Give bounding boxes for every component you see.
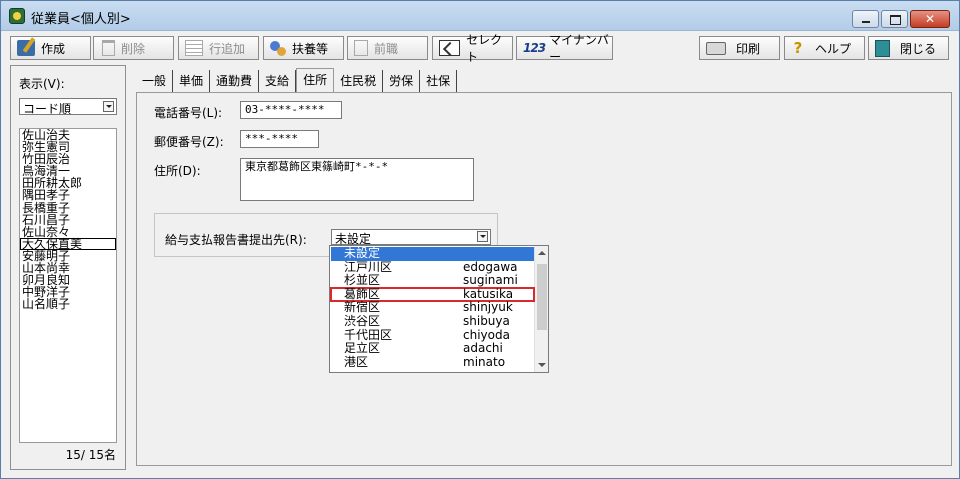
dropdown-option[interactable]: 渋谷区 shibuya: [331, 314, 534, 329]
select-button[interactable]: セレクト: [432, 33, 513, 64]
option-ward-name: 江戸川区: [344, 259, 393, 274]
option-romaji: shibuya: [463, 314, 510, 328]
option-romaji: minato: [463, 354, 506, 369]
previous-job-label: 前職: [374, 41, 399, 56]
option-romaji: chiyoda: [463, 327, 510, 342]
app-icon: [9, 8, 25, 24]
submit-to-dropdown-list[interactable]: 未設定 江戸川区 edogawa 杉並区 suginami 葛飾区 katusika 新宿区 s…: [329, 245, 549, 373]
create-label: 作成: [41, 41, 66, 56]
close-x-icon: ✕: [924, 12, 936, 26]
tab-item[interactable]: 単価: [173, 70, 211, 92]
dependents-label: 扶養等: [292, 41, 329, 56]
add-row-label: 行追加: [209, 41, 246, 56]
postal-code-field[interactable]: ***-****: [240, 130, 319, 148]
add-row-button[interactable]: 行追加: [178, 36, 259, 60]
chevron-down-icon[interactable]: [477, 231, 488, 242]
mynumber-button[interactable]: 123 マイナンバー: [516, 33, 613, 64]
create-button[interactable]: 作成: [10, 36, 91, 60]
dropdown-option[interactable]: 江戸川区 edogawa: [331, 259, 534, 275]
table-icon: [185, 40, 203, 56]
employee-list-item[interactable]: 長橋重子: [20, 201, 116, 213]
option-ward-name: 未設定: [344, 246, 381, 260]
display-label: 表示(V):: [19, 77, 65, 91]
delete-label: 削除: [121, 41, 146, 56]
create-icon: [17, 40, 35, 56]
employee-list[interactable]: 佐山治夫 弥生憲司 竹田辰治 鳥海清一 田所耕太郎 隅田孝子 長橋重子 石川昌子 佐山奈々 大久保…: [19, 128, 117, 443]
chevron-down-icon[interactable]: [103, 101, 114, 112]
minimize-button[interactable]: [852, 10, 879, 28]
delete-button[interactable]: 削除: [93, 36, 174, 60]
tab-item[interactable]: 一般: [136, 70, 174, 92]
mynumber-label: マイナンバー: [549, 33, 609, 64]
option-romaji: katusika: [463, 286, 514, 301]
tab-item[interactable]: 労保: [383, 70, 421, 92]
submit-to-label: 給与支払報告書提出先(R):: [165, 233, 307, 247]
option-ward-name: 足立区: [344, 341, 381, 356]
employee-list-item[interactable]: 山名順子: [20, 298, 116, 310]
dropdown-option[interactable]: 杉並区 suginami: [331, 274, 534, 288]
dropdown-scrollbar[interactable]: [534, 246, 548, 372]
phone-field[interactable]: 03-****-****: [240, 101, 342, 119]
close-window-button[interactable]: ✕: [910, 10, 950, 28]
option-romaji: suginami: [463, 273, 518, 288]
dependents-button[interactable]: 扶養等: [263, 36, 344, 60]
option-romaji: edogawa: [463, 259, 518, 274]
option-ward-name: 港区: [344, 354, 369, 369]
tab-item[interactable]: 住民税: [334, 70, 384, 92]
dropdown-option[interactable]: 新宿区 shinjyuk: [331, 301, 534, 315]
option-ward-name: 新宿区: [344, 300, 381, 315]
option-romaji: adachi: [463, 341, 503, 356]
employee-list-item[interactable]: 隅田孝子: [20, 189, 116, 201]
scroll-up-icon[interactable]: [538, 251, 546, 255]
scroll-thumb[interactable]: [537, 264, 547, 330]
submit-to-select[interactable]: 未設定: [331, 229, 491, 246]
question-icon: ?: [793, 39, 803, 57]
window-title: 従業員<個人別>: [31, 12, 131, 27]
cursor-icon: [439, 40, 461, 56]
tab-item[interactable]: 通勤費: [210, 70, 260, 92]
address-field[interactable]: 東京都葛飾区東篠崎町*-*-*: [240, 158, 474, 201]
tab-item[interactable]: 住所: [296, 68, 335, 92]
help-button[interactable]: ? ヘルプ: [784, 36, 865, 60]
sort-order-value: コード順: [23, 102, 72, 116]
close-button[interactable]: 閉じる: [868, 36, 949, 60]
trash-icon: [102, 40, 115, 56]
sort-order-select[interactable]: コード順: [19, 98, 117, 116]
print-label: 印刷: [736, 41, 761, 56]
close-label: 閉じる: [900, 41, 937, 56]
dropdown-option[interactable]: 港区 minato: [331, 354, 534, 370]
scroll-down-icon[interactable]: [538, 363, 546, 367]
employee-window: 従業員<個人別> ✕ 作成 削除 行追加 扶養等 前職 セレクト 123 マイナ…: [0, 0, 960, 479]
exit-door-icon: [875, 39, 890, 57]
dropdown-option[interactable]: 未設定: [331, 246, 534, 261]
employee-count: 15/ 15名: [65, 448, 116, 462]
previous-job-button[interactable]: 前職: [347, 36, 428, 60]
help-label: ヘルプ: [815, 41, 852, 56]
employee-list-item[interactable]: 石川昌子: [20, 214, 116, 226]
address-label: 住所(D):: [154, 164, 201, 178]
printer-icon: [706, 41, 726, 55]
employee-panel: 表示(V): コード順 佐山治夫 弥生憲司 竹田辰治 鳥海清一 田所耕太郎 隅田孝子 長橋重…: [10, 65, 126, 470]
title-bar: 従業員<個人別> ✕: [1, 1, 959, 31]
tab-item[interactable]: 社保: [420, 70, 458, 92]
print-button[interactable]: 印刷: [699, 36, 780, 60]
maximize-button[interactable]: [881, 10, 908, 28]
option-romaji: shinjyuk: [463, 300, 513, 315]
tab-strip: 一般 単価 通勤費 支給 住所 住民税 労保 社保: [136, 68, 458, 92]
people-icon-2: [277, 46, 286, 56]
postal-label: 郵便番号(Z):: [154, 135, 224, 149]
select-label: セレクト: [466, 33, 503, 64]
document-icon: [354, 40, 368, 56]
option-ward-name: 渋谷区: [344, 314, 381, 328]
phone-label: 電話番号(L):: [154, 106, 223, 120]
option-ward-name: 杉並区: [344, 273, 381, 288]
number-icon: 123: [523, 41, 546, 55]
tab-item[interactable]: 支給: [259, 70, 297, 92]
dropdown-option[interactable]: 足立区 adachi: [331, 342, 534, 356]
